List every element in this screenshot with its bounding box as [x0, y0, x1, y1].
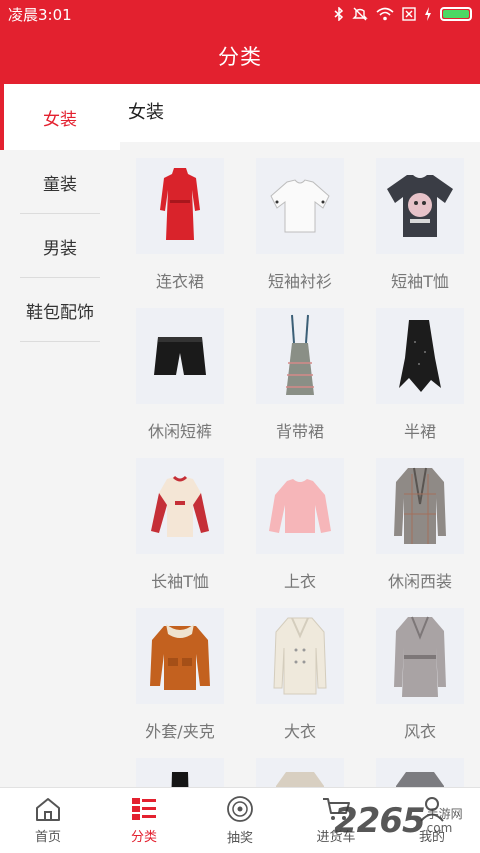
sidebar-item-label: 童装 — [43, 174, 77, 195]
category-sidebar: 女装 童装 男装 鞋包配饰 — [0, 84, 120, 787]
partial-black-icon — [136, 758, 224, 787]
nav-label: 分类 — [130, 830, 157, 845]
status-time: 凌晨3:01 — [8, 5, 72, 24]
partial-grey-icon — [376, 758, 464, 787]
bottom-nav: 首页 分类 抽奖 进货车 我的 — [0, 787, 480, 853]
category-tile[interactable]: 短袖衬衫 — [240, 142, 360, 292]
category-tile[interactable] — [360, 742, 480, 787]
cart-icon — [323, 798, 350, 820]
category-label: 连衣裙 — [155, 272, 204, 291]
sidebar-item-label: 男装 — [43, 238, 77, 259]
sidebar-item-womens[interactable]: 女装 — [0, 84, 120, 150]
nav-category[interactable]: 分类 — [96, 788, 192, 853]
category-tile[interactable]: 背带裙 — [240, 292, 360, 442]
bluetooth-icon — [334, 7, 344, 21]
sidebar-item-kids[interactable]: 童装 — [0, 150, 120, 214]
category-label: 短袖T恤 — [391, 272, 449, 291]
sidebar-item-label: 鞋包配饰 — [26, 302, 94, 323]
sidebar-item-mens[interactable]: 男装 — [0, 214, 120, 278]
category-tile[interactable]: 连衣裙 — [120, 142, 240, 292]
nav-label: 进货车 — [316, 830, 356, 845]
black-shorts-icon — [136, 308, 224, 404]
category-tile[interactable]: 休闲短裤 — [120, 292, 240, 442]
category-tile[interactable]: 外套/夹克 — [120, 592, 240, 742]
pinafore-dress-icon — [256, 308, 344, 404]
category-content: 女装 连衣裙 短袖衬衫 短袖T恤 休闲短裤 背带裙 半裙 长袖T恤 上衣 休闲西… — [120, 84, 480, 787]
nav-label: 我的 — [418, 830, 445, 845]
category-tile[interactable] — [120, 742, 240, 787]
longsleeve-tshirt-icon — [136, 458, 224, 554]
sidebar-item-label: 女装 — [43, 109, 77, 130]
category-label: 休闲短裤 — [147, 422, 212, 441]
white-blouse-icon — [256, 158, 344, 254]
red-dress-icon — [136, 158, 224, 254]
trench-coat-icon — [376, 608, 464, 704]
mute-icon — [352, 7, 368, 21]
category-icon — [132, 798, 156, 820]
category-label: 长袖T恤 — [151, 572, 209, 591]
nav-profile[interactable]: 我的 — [384, 788, 480, 853]
category-label: 半裙 — [403, 422, 436, 441]
app-header: 分类 — [0, 28, 480, 84]
battery-icon — [440, 7, 472, 21]
category-label: 外套/夹克 — [145, 722, 215, 741]
category-tile[interactable]: 上衣 — [240, 442, 360, 592]
category-label: 短袖衬衫 — [267, 272, 332, 291]
category-label: 休闲西装 — [387, 572, 452, 591]
page-title: 分类 — [218, 45, 262, 69]
category-label: 上衣 — [283, 572, 316, 591]
category-tile[interactable]: 风衣 — [360, 592, 480, 742]
product-grid: 连衣裙 短袖衬衫 短袖T恤 休闲短裤 背带裙 半裙 长袖T恤 上衣 休闲西装 外… — [120, 142, 480, 787]
category-label: 风衣 — [403, 722, 436, 741]
pink-sweater-icon — [256, 458, 344, 554]
status-bar: 凌晨3:01 — [0, 0, 480, 28]
plaid-blazer-icon — [376, 458, 464, 554]
status-icons — [334, 7, 472, 21]
cream-coat-icon — [256, 608, 344, 704]
black-skirt-icon — [376, 308, 464, 404]
battery-level — [443, 10, 469, 18]
sim-off-icon — [402, 7, 416, 21]
nav-label: 首页 — [34, 830, 61, 845]
nav-lottery[interactable]: 抽奖 — [192, 788, 288, 853]
category-tile[interactable]: 短袖T恤 — [360, 142, 480, 292]
partial-beige-icon — [256, 758, 344, 787]
wifi-icon — [376, 7, 394, 21]
category-tile[interactable]: 大衣 — [240, 592, 360, 742]
nav-cart[interactable]: 进货车 — [288, 788, 384, 853]
category-tile[interactable]: 长袖T恤 — [120, 442, 240, 592]
sidebar-item-accessories[interactable]: 鞋包配饰 — [0, 278, 120, 342]
home-icon — [36, 798, 60, 821]
section-title: 女装 — [128, 102, 164, 123]
category-label: 背带裙 — [275, 422, 324, 441]
category-tile[interactable]: 半裙 — [360, 292, 480, 442]
category-tile[interactable] — [240, 742, 360, 787]
dark-tshirt-icon — [376, 158, 464, 254]
charging-icon — [425, 7, 431, 21]
lottery-icon — [227, 796, 253, 822]
product-grid-area[interactable]: 连衣裙 短袖衬衫 短袖T恤 休闲短裤 背带裙 半裙 长袖T恤 上衣 休闲西装 外… — [120, 142, 480, 787]
nav-home[interactable]: 首页 — [0, 788, 96, 853]
category-tile[interactable]: 休闲西装 — [360, 442, 480, 592]
category-label: 大衣 — [283, 722, 316, 741]
divider — [20, 341, 100, 342]
nav-label: 抽奖 — [226, 831, 253, 846]
orange-jacket-icon — [136, 608, 224, 704]
user-icon — [420, 797, 444, 822]
